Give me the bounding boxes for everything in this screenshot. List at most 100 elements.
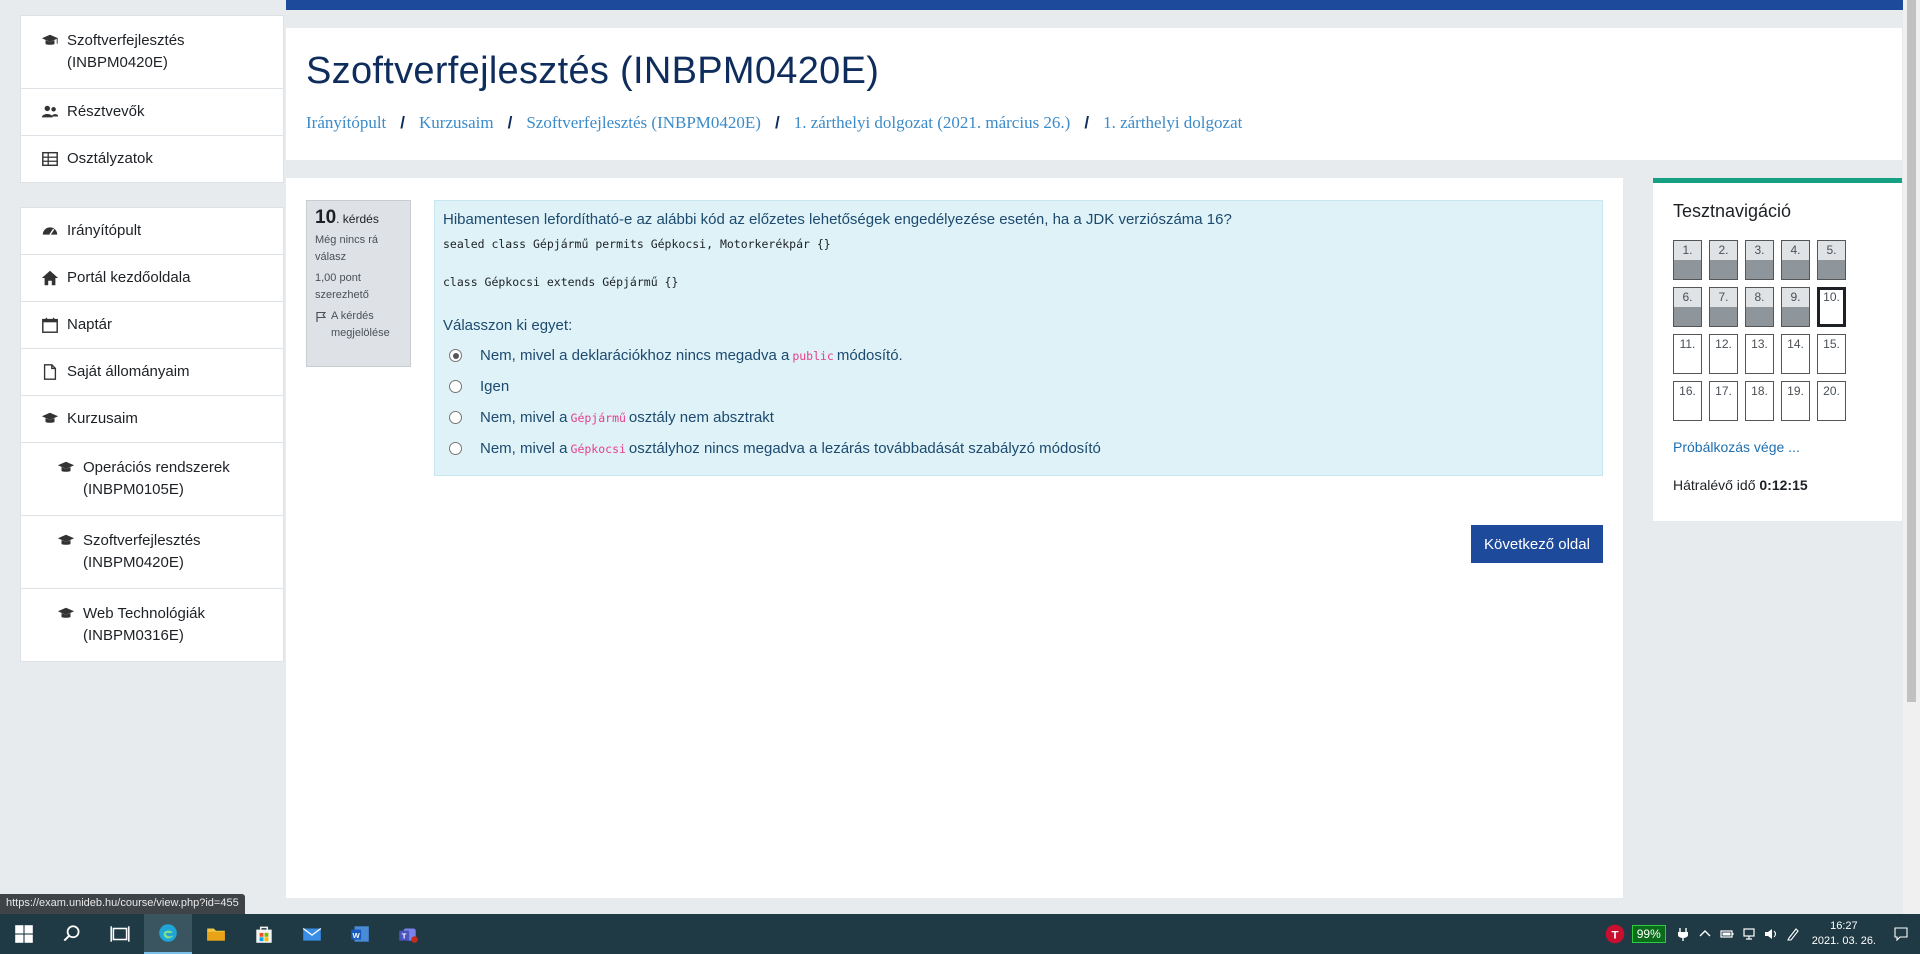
network-icon: [1743, 928, 1755, 940]
action-center-button[interactable]: [1890, 914, 1912, 954]
flag-question-link[interactable]: A kérdés megjelölése: [315, 308, 402, 342]
search-button[interactable]: [48, 914, 96, 954]
quiz-nav-button[interactable]: 6.: [1673, 287, 1702, 327]
calendar-icon: [41, 316, 59, 334]
link-status-url: https://exam.unideb.hu/course/view.php?i…: [0, 894, 245, 914]
nav-grades[interactable]: Osztályzatok: [21, 136, 283, 182]
quiz-nav-button[interactable]: 2.: [1709, 240, 1738, 280]
radio-button[interactable]: [449, 442, 462, 455]
nav-label: Operációs rendszerek (INBPM0105E): [83, 459, 230, 498]
code-line: sealed class Gépjármű permits Gépkocsi, …: [443, 237, 831, 251]
show-hidden-icons-button[interactable]: [1694, 914, 1716, 954]
nav-course-home[interactable]: Szoftverfejlesztés (INBPM0420E): [21, 16, 283, 89]
quiz-nav-button[interactable]: 17.: [1709, 381, 1738, 421]
quiz-nav-button[interactable]: 14.: [1781, 334, 1810, 374]
radio-button[interactable]: [449, 411, 462, 424]
speaker-icon: [1764, 929, 1776, 939]
quiz-nav-button[interactable]: 18.: [1745, 381, 1774, 421]
timer-label: Hátralévő idő: [1673, 477, 1756, 493]
dashboard-icon: [41, 222, 59, 240]
quiz-nav-title: Tesztnavigáció: [1673, 201, 1792, 221]
teams-taskbar-app[interactable]: T: [384, 914, 432, 954]
answer-option[interactable]: Igen: [443, 371, 1594, 402]
breadcrumb-item[interactable]: Irányítópult: [306, 113, 386, 133]
quiz-nav-button[interactable]: 16.: [1673, 381, 1702, 421]
nav-course-webtech[interactable]: Web Technológiák (INBPM0316E): [21, 589, 283, 661]
answer-text: osztályhoz nincs megadva a lezárás továb…: [628, 440, 1101, 457]
quiz-nav-button[interactable]: 11.: [1673, 334, 1702, 374]
question-grid: 1. 2. 3. 4. 5. 6. 7. 8. 9. 10. 11. 12. 1…: [1673, 240, 1882, 421]
radio-button-selected[interactable]: [449, 349, 462, 362]
quiz-nav-button[interactable]: 4.: [1781, 240, 1810, 280]
power-tray-button[interactable]: [1672, 914, 1694, 954]
edge-taskbar-app[interactable]: [144, 914, 192, 954]
pen-tray-button[interactable]: [1782, 914, 1804, 954]
finish-attempt-link[interactable]: Próbálkozás vége ...: [1673, 439, 1882, 455]
start-button[interactable]: [0, 914, 48, 954]
quiz-nav-button[interactable]: 13.: [1745, 334, 1774, 374]
quiz-nav-button-current[interactable]: 10.: [1817, 287, 1846, 327]
word-taskbar-app[interactable]: W: [336, 914, 384, 954]
word-icon: W: [351, 926, 369, 942]
radio-button[interactable]: [449, 380, 462, 393]
breadcrumb-item[interactable]: Szoftverfejlesztés (INBPM0420E): [526, 113, 761, 133]
nav-calendar[interactable]: Naptár: [21, 302, 283, 349]
answer-option[interactable]: Nem, mivel a Gépkocsi osztályhoz nincs m…: [443, 433, 1594, 464]
answer-option[interactable]: Nem, mivel a Gépjármű osztály nem absztr…: [443, 402, 1594, 433]
question-grade: 1,00 pont szerezhető: [315, 272, 369, 301]
quiz-nav-button[interactable]: 1.: [1673, 240, 1702, 280]
scrollbar-thumb[interactable]: [1907, 0, 1916, 702]
quiz-nav-button[interactable]: 19.: [1781, 381, 1810, 421]
network-tray-button[interactable]: [1738, 914, 1760, 954]
next-page-button[interactable]: Következő oldal: [1471, 525, 1603, 563]
question-number-value: 10: [315, 207, 337, 228]
nav-course-os[interactable]: Operációs rendszerek (INBPM0105E): [21, 443, 283, 516]
system-clock[interactable]: 16:27 2021. 03. 26.: [1812, 919, 1876, 949]
nav-private-files[interactable]: Saját állományaim: [21, 349, 283, 396]
file-explorer-taskbar-app[interactable]: [192, 914, 240, 954]
store-icon: [256, 926, 272, 943]
quiz-nav-button[interactable]: 15.: [1817, 334, 1846, 374]
quiz-nav-button[interactable]: 8.: [1745, 287, 1774, 327]
page-scrollbar[interactable]: [1903, 0, 1920, 914]
svg-text:T: T: [1611, 929, 1618, 941]
question-state: Még nincs rá válasz: [315, 234, 378, 263]
nav-label: Naptár: [67, 316, 113, 333]
battery-tray-button[interactable]: [1716, 914, 1738, 954]
nav-course-softdev[interactable]: Szoftverfejlesztés (INBPM0420E): [21, 516, 283, 589]
store-taskbar-app[interactable]: [240, 914, 288, 954]
task-view-button[interactable]: [96, 914, 144, 954]
quiz-nav-button[interactable]: 7.: [1709, 287, 1738, 327]
search-icon: [63, 925, 80, 942]
quiz-nav-button[interactable]: 20.: [1817, 381, 1846, 421]
battery-percentage[interactable]: 99%: [1631, 925, 1666, 943]
quiz-nav-button[interactable]: 9.: [1781, 287, 1810, 327]
question-number-suffix: . kérdés: [336, 212, 379, 226]
nav-my-courses[interactable]: Kurzusaim: [21, 396, 283, 443]
users-icon: [41, 103, 59, 121]
mail-taskbar-app[interactable]: [288, 914, 336, 954]
table-icon: [41, 150, 59, 168]
nav-participants[interactable]: Résztvevők: [21, 89, 283, 136]
quiz-nav-button[interactable]: 5.: [1817, 240, 1846, 280]
quiz-nav-button[interactable]: 12.: [1709, 334, 1738, 374]
breadcrumb-item[interactable]: 1. zárthelyi dolgozat: [1103, 113, 1242, 133]
question-number: 10. kérdés: [315, 207, 402, 228]
nav-label: Saját állományaim: [67, 363, 190, 380]
clock-time: 16:27: [1830, 920, 1858, 932]
nav-label: Szoftverfejlesztés (INBPM0420E): [67, 32, 185, 71]
nav-dashboard[interactable]: Irányítópult: [21, 208, 283, 255]
nav-site-home[interactable]: Portál kezdőoldala: [21, 255, 283, 302]
quiz-nav-button[interactable]: 3.: [1745, 240, 1774, 280]
nav-label: Kurzusaim: [67, 410, 138, 427]
breadcrumb-separator: /: [1084, 113, 1090, 132]
question-content: Hibamentesen lefordítható-e az alábbi kó…: [434, 200, 1603, 476]
breadcrumb-item[interactable]: 1. zárthelyi dolgozat (2021. március 26.…: [794, 113, 1071, 133]
answer-list: Nem, mivel a deklarációkhoz nincs megadv…: [443, 340, 1594, 464]
volume-tray-button[interactable]: [1760, 914, 1782, 954]
antivirus-tray-button[interactable]: T: [1604, 914, 1626, 954]
flag-icon: [316, 311, 327, 322]
answer-option[interactable]: Nem, mivel a deklarációkhoz nincs megadv…: [443, 340, 1594, 371]
windows-icon: [15, 925, 33, 943]
breadcrumb-item[interactable]: Kurzusaim: [419, 113, 494, 133]
